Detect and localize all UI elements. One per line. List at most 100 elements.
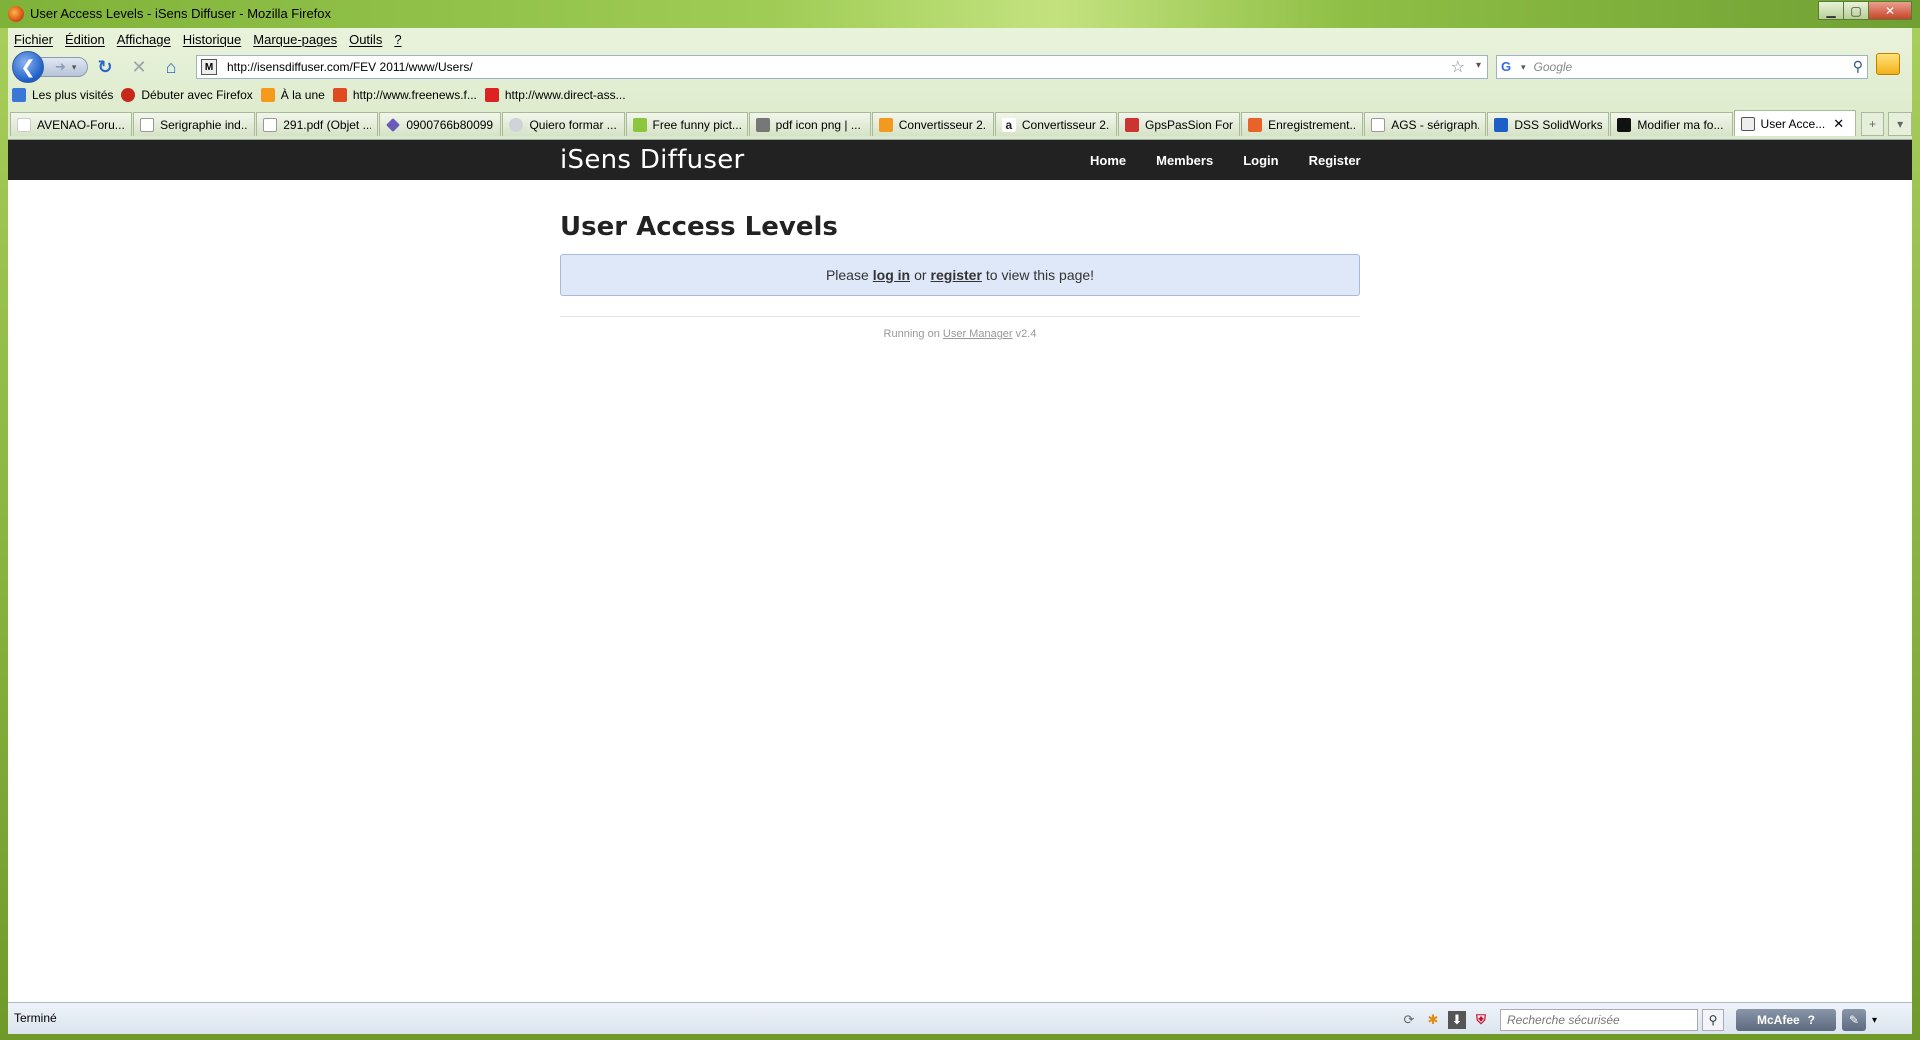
safe-search-input[interactable]: Recherche sécurisée bbox=[1500, 1009, 1698, 1031]
menu-marque-pages[interactable]: Marque-pages bbox=[253, 32, 337, 47]
tab-label: Quiero formar ... bbox=[529, 117, 617, 132]
amazon-icon: a bbox=[1001, 117, 1016, 132]
tab-label: DSS SolidWorks... bbox=[1514, 117, 1603, 132]
register-link[interactable]: register bbox=[931, 267, 982, 283]
tools-icon[interactable]: ✎ bbox=[1842, 1009, 1866, 1031]
login-link[interactable]: log in bbox=[873, 267, 910, 283]
bookmark-item[interactable]: Les plus visités bbox=[12, 88, 113, 102]
tab[interactable]: AGS - sérigraph... bbox=[1364, 112, 1487, 136]
nav-register-link[interactable]: Register bbox=[1309, 153, 1361, 168]
close-tab-icon[interactable]: ✕ bbox=[1833, 116, 1844, 132]
tab[interactable]: 291.pdf (Objet ... bbox=[256, 112, 379, 136]
site-navbar: iSens Diffuser Home Members Login Regist… bbox=[8, 140, 1912, 180]
maximize-button[interactable]: ▢ bbox=[1843, 1, 1869, 20]
tab-favicon-icon bbox=[632, 117, 647, 132]
tab[interactable]: GpsPasSion For... bbox=[1117, 112, 1241, 136]
tab-favicon-icon bbox=[17, 117, 31, 132]
site-nav-links: Home Members Login Register bbox=[1090, 140, 1391, 180]
history-dropdown-icon[interactable]: ▾ bbox=[72, 62, 77, 73]
tab[interactable]: DSS SolidWorks... bbox=[1487, 112, 1610, 136]
nav-login-link[interactable]: Login bbox=[1243, 153, 1278, 168]
tab[interactable]: Enregistrement... bbox=[1241, 112, 1364, 136]
browser-chrome: Fichier Édition Affichage Historique Mar… bbox=[8, 28, 1912, 140]
tab-strip: AVENAO-Foru... Serigraphie ind... 291.pd… bbox=[8, 108, 1912, 136]
tab[interactable]: Modifier ma fo... bbox=[1610, 112, 1733, 136]
status-tools: ⟳ ✱ ⬇ ⛨ Recherche sécurisée ⚲ McAfee? ✎ … bbox=[1400, 1009, 1877, 1031]
menu-historique[interactable]: Historique bbox=[183, 32, 242, 47]
menu-affichage[interactable]: Affichage bbox=[117, 32, 171, 47]
tab-favicon-icon bbox=[1248, 117, 1263, 132]
mcafee-shield-icon[interactable]: ⛨ bbox=[1472, 1011, 1490, 1029]
window-controls: ▁ ▢ ✕ bbox=[1818, 1, 1912, 20]
stop-icon[interactable]: ✕ bbox=[128, 56, 150, 78]
mcafee-button[interactable]: McAfee? bbox=[1736, 1009, 1836, 1031]
alert-prefix: Please bbox=[825, 267, 869, 283]
forward-arrow-icon: ➜ bbox=[55, 59, 66, 74]
back-button[interactable]: ❮ bbox=[12, 51, 44, 83]
tab-favicon-icon bbox=[1124, 117, 1139, 132]
bookmark-item[interactable]: http://www.direct-ass... bbox=[484, 88, 626, 102]
back-arrow-icon: ❮ bbox=[20, 56, 36, 77]
footer-prefix: Running on bbox=[883, 328, 940, 340]
folder-icon[interactable] bbox=[1876, 53, 1900, 75]
nav-home-link[interactable]: Home bbox=[1090, 153, 1126, 168]
page-icon bbox=[140, 117, 155, 132]
menu-help[interactable]: ? bbox=[394, 32, 401, 47]
site-brand[interactable]: iSens Diffuser bbox=[560, 145, 744, 175]
tab[interactable]: Free funny pict... bbox=[625, 112, 748, 136]
alert-suffix: to view this page! bbox=[985, 267, 1095, 283]
tools-dropdown-icon[interactable]: ▾ bbox=[1872, 1015, 1877, 1026]
tab-label: AGS - sérigraph... bbox=[1391, 117, 1480, 132]
menu-edition[interactable]: Édition bbox=[65, 32, 105, 47]
tab-label: User Acce... bbox=[1760, 116, 1826, 131]
url-dropdown-icon[interactable]: ▾ bbox=[1476, 60, 1481, 71]
bookmark-item[interactable]: Débuter avec Firefox bbox=[121, 88, 253, 102]
addon-icon[interactable]: ⟳ bbox=[1400, 1011, 1418, 1029]
tab[interactable]: pdf icon png | ... bbox=[748, 112, 871, 136]
status-text: Terminé bbox=[14, 1011, 57, 1025]
tab-label: Modifier ma fo... bbox=[1637, 117, 1724, 132]
tab-label: GpsPasSion For... bbox=[1144, 117, 1234, 132]
forward-button[interactable]: ➜ ▾ bbox=[40, 57, 88, 77]
help-icon: ? bbox=[1807, 1013, 1816, 1027]
bookmark-item[interactable]: http://www.freenews.f... bbox=[332, 88, 477, 102]
tab[interactable]: a Convertisseur 2... bbox=[994, 112, 1117, 136]
safe-search-icon[interactable]: ⚲ bbox=[1702, 1009, 1724, 1031]
list-tabs-button[interactable]: ▾ bbox=[1888, 112, 1912, 136]
firebug-icon[interactable]: ✱ bbox=[1424, 1011, 1442, 1029]
search-bar[interactable]: G ▾ Google ⚲ bbox=[1496, 55, 1868, 79]
bookmark-star-icon[interactable]: ☆ bbox=[1451, 57, 1465, 77]
bookmark-item[interactable]: À la une bbox=[260, 88, 325, 102]
url-text[interactable]: http://isensdiffuser.com/FEV 2011/www/Us… bbox=[227, 60, 473, 74]
new-tab-button[interactable]: + bbox=[1860, 112, 1885, 136]
alert-middle: or bbox=[914, 267, 927, 283]
menu-outils[interactable]: Outils bbox=[349, 32, 382, 47]
rss-icon bbox=[260, 88, 275, 102]
tab[interactable]: Quiero formar ... bbox=[502, 112, 625, 136]
download-icon[interactable]: ⬇ bbox=[1448, 1011, 1466, 1029]
address-bar[interactable]: M http://isensdiffuser.com/FEV 2011/www/… bbox=[196, 55, 1488, 79]
search-engine-dropdown-icon[interactable]: ▾ bbox=[1521, 62, 1526, 73]
tab[interactable]: Serigraphie ind... bbox=[133, 112, 256, 136]
tab-active[interactable]: User Acce... ✕ bbox=[1733, 110, 1856, 136]
tab[interactable]: Convertisseur 2... bbox=[871, 112, 994, 136]
home-icon[interactable]: ⌂ bbox=[160, 56, 182, 78]
menu-fichier[interactable]: Fichier bbox=[14, 32, 53, 47]
site-favicon-icon bbox=[1740, 116, 1755, 131]
page-title: User Access Levels bbox=[560, 212, 838, 242]
tab-favicon-icon bbox=[1617, 117, 1632, 132]
tab[interactable]: AVENAO-Foru... bbox=[10, 112, 133, 136]
google-icon[interactable]: G bbox=[1501, 59, 1519, 75]
reload-icon[interactable]: ↻ bbox=[94, 56, 116, 78]
tab[interactable]: 0900766b80099... bbox=[379, 112, 502, 136]
tab-label: Enregistrement... bbox=[1268, 117, 1357, 132]
close-window-button[interactable]: ✕ bbox=[1868, 1, 1912, 20]
search-icon[interactable]: ⚲ bbox=[1853, 58, 1863, 75]
user-manager-link[interactable]: User Manager bbox=[943, 328, 1013, 340]
tab-label: 0900766b80099... bbox=[406, 117, 495, 132]
minimize-button[interactable]: ▁ bbox=[1818, 1, 1844, 20]
bookmark-star-icon bbox=[12, 88, 26, 102]
nav-members-link[interactable]: Members bbox=[1156, 153, 1213, 168]
search-input[interactable]: Google bbox=[1534, 60, 1573, 74]
tab-label: Convertisseur 2... bbox=[898, 117, 987, 132]
